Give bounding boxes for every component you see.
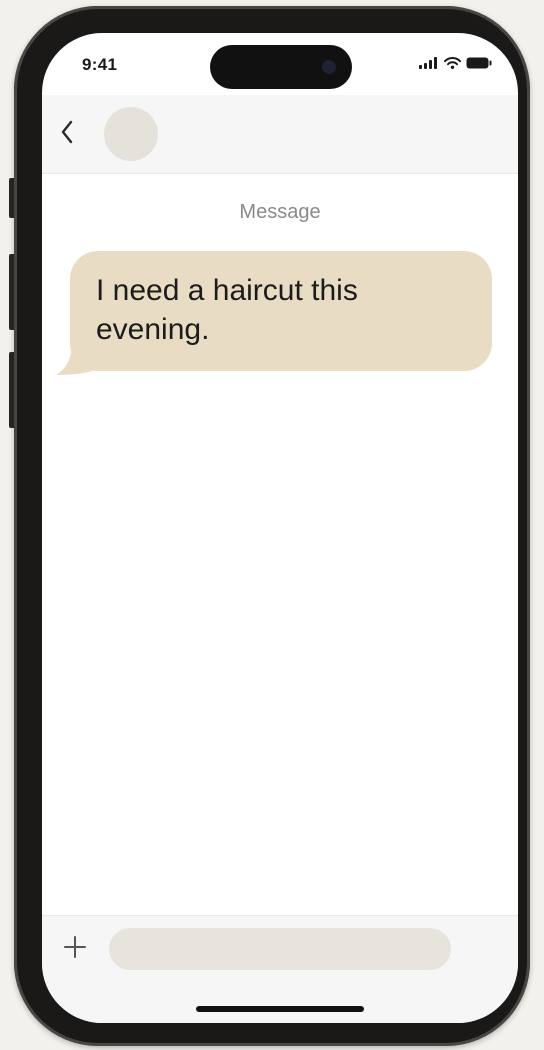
stage: 9:41 Message I need a haircut this eveni… [0,0,544,1050]
back-button[interactable] [54,115,80,149]
thread-label: Message [239,201,321,223]
signal-icon [419,57,437,69]
message-bubble: I need a haircut this evening. [70,251,492,371]
status-bar: 9:41 [42,33,518,95]
message-incoming: I need a haircut this evening. [56,251,496,375]
front-camera [322,60,336,74]
battery-icon [466,57,492,69]
chevron-left-icon [61,120,73,144]
message-input[interactable] [109,928,451,970]
status-time: 9:41 [82,55,118,74]
phone-screen: 9:41 Message I need a haircut this eveni… [42,33,518,1023]
contact-avatar[interactable] [104,107,158,161]
dynamic-island [210,45,352,89]
wifi-icon [444,57,461,69]
status-icons [419,57,492,69]
add-attachment-button[interactable] [60,932,90,962]
plus-icon [64,936,86,958]
conversation-header [42,95,518,174]
home-indicator[interactable] [196,1006,364,1012]
